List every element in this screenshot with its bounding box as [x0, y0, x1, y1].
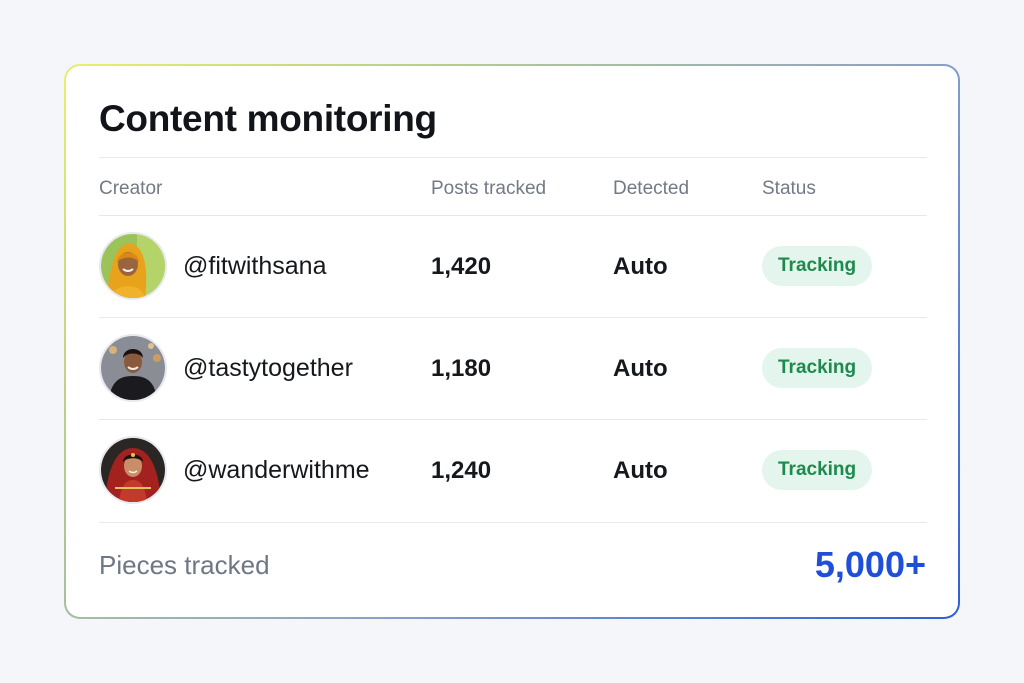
- table-row[interactable]: @wanderwithme 1,240 Auto Tracking: [99, 420, 927, 521]
- creator-handle: @fitwithsana: [183, 252, 327, 280]
- creator-handle: @tastytogether: [183, 354, 353, 382]
- status-badge: Tracking: [762, 450, 873, 490]
- detected-value: Auto: [613, 457, 668, 484]
- pieces-tracked-value: 5,000+: [814, 544, 926, 585]
- avatar: [99, 232, 167, 300]
- footer-divider: [99, 522, 927, 523]
- avatar: [99, 436, 167, 504]
- detected-value: Auto: [613, 253, 668, 280]
- avatar: [99, 334, 167, 402]
- detected-value: Auto: [613, 355, 668, 382]
- column-header-posts: Posts tracked: [431, 178, 547, 199]
- posts-tracked-value: 1,180: [431, 355, 492, 382]
- column-header-status: Status: [762, 178, 816, 199]
- posts-tracked-value: 1,420: [431, 253, 492, 280]
- content-monitoring-card: Content monitoring Creator Posts tracked…: [66, 66, 958, 617]
- table-row[interactable]: @fitwithsana 1,420 Auto Tracking: [99, 216, 927, 317]
- column-header-detected: Detected: [613, 178, 690, 199]
- title-divider: [99, 157, 927, 158]
- status-badge: Tracking: [762, 246, 873, 286]
- card-title: Content monitoring: [99, 98, 437, 139]
- column-header-creator: Creator: [99, 178, 163, 199]
- table-row[interactable]: @tastytogether 1,180 Auto Tracking: [99, 318, 927, 419]
- card-frame: Content monitoring Creator Posts tracked…: [64, 64, 960, 619]
- posts-tracked-value: 1,240: [431, 457, 492, 484]
- creator-handle: @wanderwithme: [183, 456, 370, 484]
- pieces-tracked-label: Pieces tracked: [99, 550, 270, 580]
- table-header: Creator Posts tracked Detected Status: [99, 178, 927, 202]
- status-badge: Tracking: [762, 348, 873, 388]
